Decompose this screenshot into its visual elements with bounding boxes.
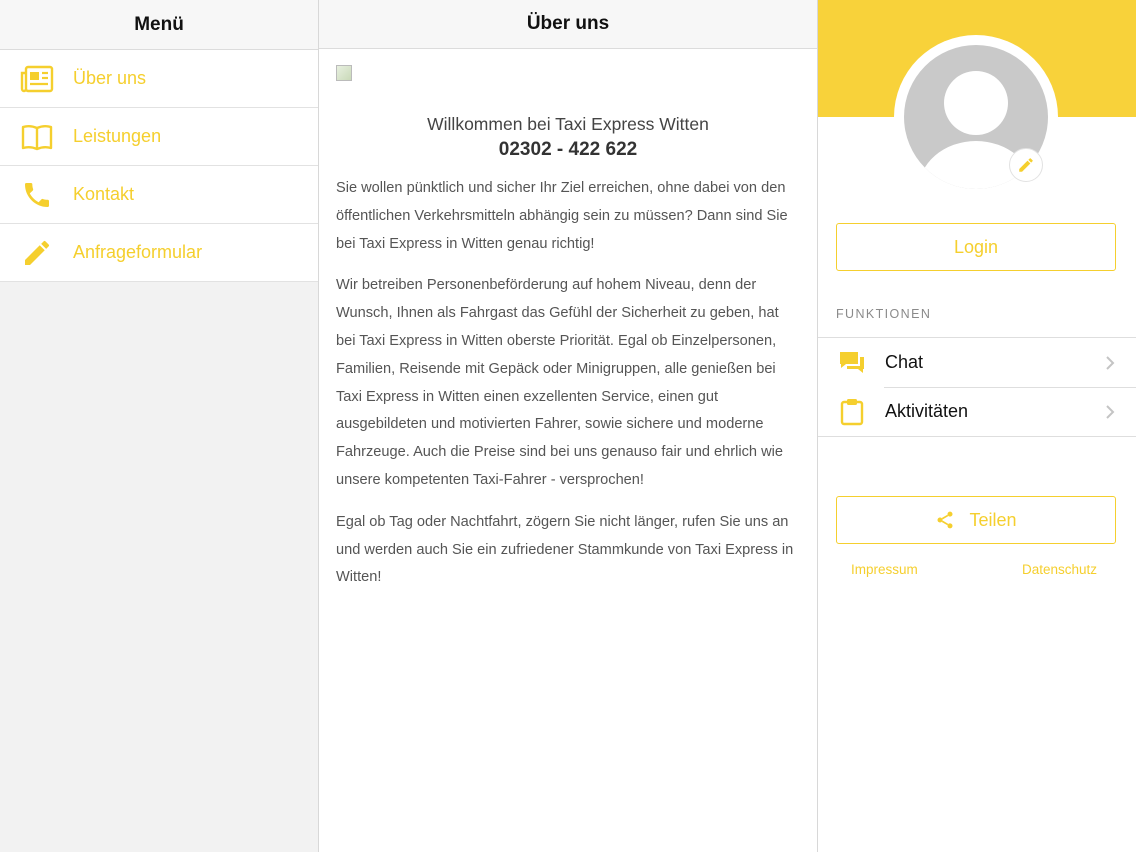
share-icon — [935, 510, 955, 530]
menu-item-label: Leistungen — [73, 126, 162, 146]
chat-icon — [838, 349, 866, 377]
menu-title: Menü — [134, 13, 184, 35]
login-button[interactable]: Login — [836, 223, 1116, 271]
impressum-link[interactable]: Impressum — [851, 562, 918, 577]
menu-header: Menü — [0, 0, 318, 50]
function-item-aktivitaeten[interactable]: Aktivitäten — [818, 387, 1136, 436]
pencil-icon — [1019, 158, 1033, 172]
function-label: Chat — [885, 352, 924, 372]
menu-item-ueber-uns[interactable]: Über uns — [0, 50, 318, 108]
menu-item-kontakt[interactable]: Kontakt — [0, 166, 318, 224]
content-header: Über uns — [319, 0, 817, 49]
welcome-heading: Willkommen bei Taxi Express Witten — [427, 114, 709, 134]
login-label: Login — [953, 236, 999, 257]
pencil-icon — [20, 237, 54, 269]
share-button[interactable]: Teilen — [836, 496, 1116, 544]
paragraph: Sie wollen pünktlich und sicher Ihr Ziel… — [336, 180, 788, 252]
page-title: Über uns — [526, 13, 610, 34]
profile-panel: Login FUNKTIONEN Chat Aktivitäten Teilen… — [818, 0, 1136, 852]
book-icon — [20, 121, 54, 153]
menu-item-leistungen[interactable]: Leistungen — [0, 108, 318, 166]
menu-item-anfrageformular[interactable]: Anfrageformular — [0, 224, 318, 282]
phone-icon — [20, 179, 54, 211]
paragraph: Egal ob Tag oder Nachtfahrt, zögern Sie … — [336, 513, 794, 586]
content-pane: Über uns Willkommen bei Taxi Express Wit… — [319, 0, 818, 852]
chevron-right-icon — [1100, 404, 1120, 420]
side-menu: Menü Über uns Leistungen Kontakt Anfrage… — [0, 0, 319, 852]
phone-number[interactable]: 02302 - 422 622 — [336, 137, 800, 163]
menu-list: Über uns Leistungen Kontakt Anfrageformu… — [0, 50, 318, 282]
section-label-funktionen: FUNKTIONEN — [836, 307, 932, 321]
share-label: Teilen — [969, 509, 1017, 530]
clipboard-icon — [838, 398, 866, 426]
paragraph: Wir betreiben Personenbeförderung auf ho… — [336, 277, 784, 488]
chevron-right-icon — [1100, 355, 1120, 371]
content-body: Willkommen bei Taxi Express Witten 02302… — [319, 49, 817, 592]
datenschutz-link[interactable]: Datenschutz — [1022, 562, 1097, 577]
menu-item-label: Kontakt — [73, 184, 135, 204]
functions-list: Chat Aktivitäten — [818, 337, 1136, 437]
menu-item-label: Anfrageformular — [73, 242, 203, 262]
function-item-chat[interactable]: Chat — [818, 338, 1136, 387]
newspaper-icon — [20, 63, 54, 95]
menu-item-label: Über uns — [73, 68, 147, 88]
function-label: Aktivitäten — [885, 401, 969, 421]
edit-avatar-button[interactable] — [1009, 148, 1043, 182]
broken-image-icon — [336, 65, 352, 81]
